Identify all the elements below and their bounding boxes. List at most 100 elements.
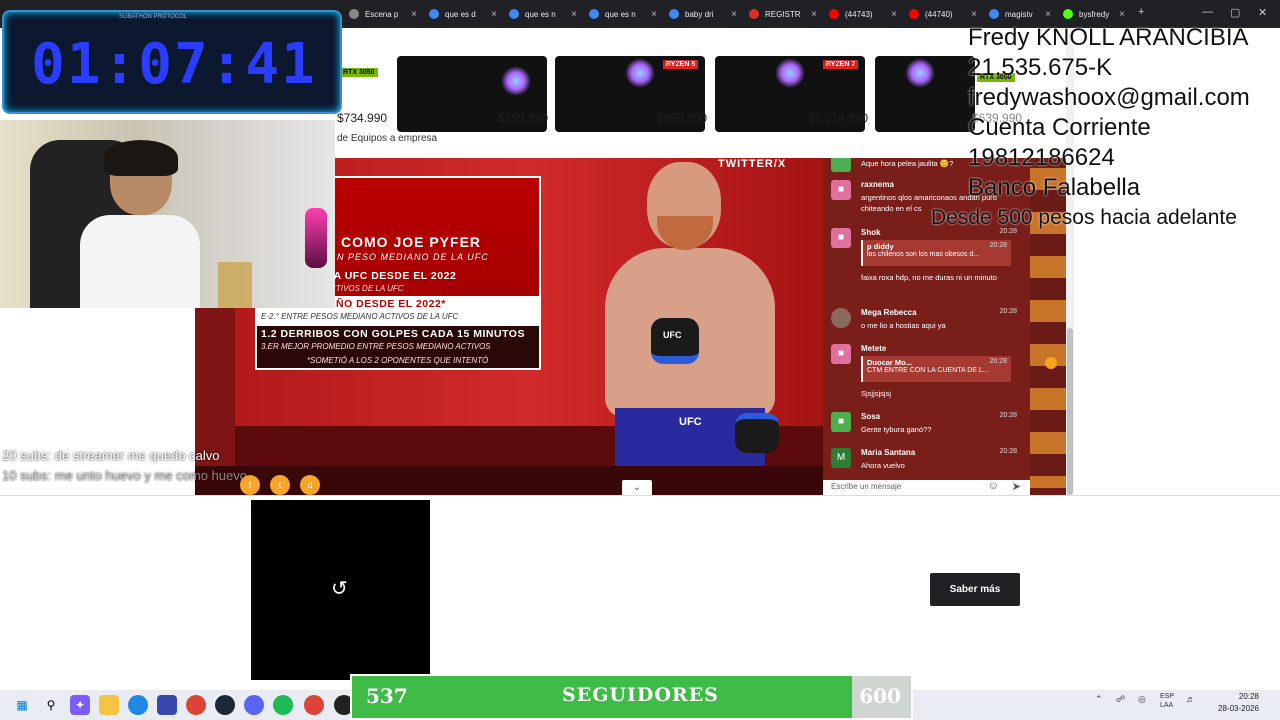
- tab-label: (44740): [925, 9, 953, 19]
- donation-info: Fredy KNOLL ARANCIBIA 21.535.675-K fredy…: [931, 23, 1278, 233]
- notification-dot[interactable]: [1045, 357, 1057, 369]
- stats-line-3: 1.2 DERRIBOS CON GOLPES CADA 15 MINUTOS: [261, 328, 525, 340]
- tab-close-icon[interactable]: ×: [811, 9, 817, 20]
- goal-small: 20 subs: de streamer me quedo calvo: [2, 448, 220, 463]
- tab-8[interactable]: magistv ×: [983, 4, 1057, 24]
- lower-content: [0, 495, 1280, 685]
- edge-icon[interactable]: [128, 695, 148, 715]
- steam-icon[interactable]: [215, 695, 235, 715]
- chat-username[interactable]: Metete: [861, 344, 886, 353]
- store-icon[interactable]: [157, 695, 177, 715]
- tab-close-icon[interactable]: ×: [411, 9, 417, 20]
- mic-tray-icon[interactable]: ◎: [1138, 694, 1146, 705]
- subathon-timer: SUBATHON PROTOCOL 01:07:41: [2, 10, 342, 114]
- stats-card-subtitle: N PESO MEDIANO DE LA UFC: [337, 252, 489, 262]
- clock-date: 28-03-2026: [1218, 704, 1259, 713]
- search-icon[interactable]: ⚲: [41, 695, 61, 715]
- rgb-fan-icon: [775, 58, 805, 88]
- chrome-active-icon[interactable]: [304, 695, 324, 715]
- language-indicator[interactable]: ESP LAA: [1160, 692, 1174, 710]
- tab-favicon: [909, 9, 919, 19]
- tab-favicon: [589, 9, 599, 19]
- tab-2[interactable]: que es n ×: [503, 4, 583, 24]
- speaker-icon[interactable]: ♬: [1186, 694, 1195, 704]
- chat-input[interactable]: Escribe un mensaje ☺ ➤: [823, 480, 1033, 495]
- file-explorer-icon[interactable]: [99, 695, 119, 715]
- screen: Escena p × que es d × que es n × que es n × …: [0, 0, 1280, 720]
- tab-6[interactable]: (44743) ×: [823, 4, 903, 24]
- product-price: $734.990: [337, 111, 388, 125]
- tab-9[interactable]: bysfredy ×: [1057, 4, 1131, 24]
- tab-close-icon[interactable]: ×: [651, 9, 657, 20]
- tab-close-icon[interactable]: ×: [731, 9, 737, 20]
- chat-username[interactable]: Shok: [861, 228, 881, 237]
- follower-count: 537: [366, 684, 408, 708]
- tab-label: bysfredy: [1079, 9, 1110, 19]
- tab-close-icon[interactable]: ×: [971, 9, 977, 20]
- follower-goal-label: SEGUIDORES: [562, 684, 719, 706]
- scrollbar-thumb[interactable]: [1067, 328, 1073, 495]
- spotify-icon[interactable]: [273, 695, 293, 715]
- tab-5[interactable]: REGISTR ×: [743, 4, 823, 24]
- tab-4[interactable]: baby dri ×: [663, 4, 743, 24]
- subathon-goals: 1 sub:2 hora 100 kicks: 5 min 1 host : 3…: [0, 322, 247, 498]
- learn-more-button[interactable]: Saber más: [930, 573, 1020, 606]
- streamer-hair: [104, 140, 178, 176]
- cpu-chip-badge: RYZEN 7: [823, 60, 859, 69]
- tab-favicon: [429, 9, 439, 19]
- tab-1[interactable]: que es d ×: [423, 4, 503, 24]
- chat-reply-quote[interactable]: p diddy los chilenos son los mas obesos …: [861, 240, 1011, 266]
- discord-icon[interactable]: d: [300, 475, 320, 495]
- chat-reply-quote[interactable]: Duocar Mo... CTM ENTRE CON LA CUENTA DE …: [861, 356, 1011, 382]
- twitter-watermark: TWITTER/X: [718, 158, 787, 170]
- tab-favicon: [1063, 9, 1073, 19]
- tab-close-icon[interactable]: ×: [1045, 9, 1051, 20]
- chrome-icon[interactable]: [186, 695, 206, 715]
- chat-message: ■ Metete Duocar Mo... CTM ENTRE CON LA C…: [831, 344, 1021, 398]
- tab-close-icon[interactable]: ×: [571, 9, 577, 20]
- promo-link[interactable]: de Equipos a empresa: [337, 133, 437, 144]
- reply-time: 20:28: [989, 242, 1007, 249]
- tray-chevron-icon[interactable]: ⌃: [1095, 694, 1103, 705]
- minimize-icon[interactable]: —: [1202, 6, 1213, 18]
- chat-input-placeholder: Escribe un mensaje: [831, 482, 902, 491]
- product-image[interactable]: [875, 56, 975, 132]
- emoji-icon[interactable]: ☺: [988, 480, 999, 492]
- new-tab-button[interactable]: +: [1138, 6, 1144, 18]
- discord-taskbar-icon[interactable]: [244, 695, 264, 715]
- gpu-chip-badge: RTX 3050: [340, 68, 378, 77]
- tab-favicon: [989, 9, 999, 19]
- tab-close-icon[interactable]: ×: [491, 9, 497, 20]
- video-player[interactable]: ↺: [251, 500, 430, 680]
- follower-goal-target: 600: [859, 684, 901, 708]
- close-window-icon[interactable]: ✕: [1258, 6, 1267, 19]
- send-icon[interactable]: ➤: [1012, 480, 1021, 493]
- facebook-icon[interactable]: f: [240, 475, 260, 495]
- stats-line-2-note: E-2.° ENTRE PESOS MEDIANO ACTIVOS DE LA …: [261, 312, 459, 321]
- tab-0[interactable]: Escena p ×: [343, 4, 423, 24]
- tab-3[interactable]: que es n ×: [583, 4, 663, 24]
- maximize-icon[interactable]: ▢: [1230, 6, 1240, 19]
- tab-favicon: [509, 9, 519, 19]
- tab-7[interactable]: (44740) ×: [903, 4, 983, 24]
- chat-username[interactable]: Sosa: [861, 412, 880, 421]
- taskbar-clock[interactable]: 20:28 28-03-2026: [1218, 691, 1259, 715]
- tab-close-icon[interactable]: ×: [891, 9, 897, 20]
- chat-username[interactable]: raxnema: [861, 180, 894, 189]
- goal-line: 100 kicks: 5 min: [2, 357, 167, 383]
- chat-message: ■ Shok 20:28 p diddy los chilenos son lo…: [831, 228, 1021, 298]
- chat-username[interactable]: Mega Rebecca: [861, 308, 917, 317]
- copilot-icon[interactable]: ✦: [70, 695, 90, 715]
- avatar: [831, 308, 851, 328]
- tab-close-icon[interactable]: ×: [1119, 9, 1125, 20]
- network-icon[interactable]: ☍: [1116, 694, 1125, 705]
- chat-username[interactable]: Maria Santana: [861, 448, 915, 457]
- goal-small: 10 subs: me unto huevo y me como huevo: [2, 468, 247, 483]
- chevron-down-icon[interactable]: ⌄: [622, 480, 652, 496]
- avatar: ■: [831, 180, 851, 200]
- tab-label: que es n: [525, 9, 556, 19]
- stats-line-3-note: 3.ER MEJOR PROMEDIO ENTRE PESOS MEDIANO …: [261, 342, 491, 351]
- twitter-icon[interactable]: t: [270, 475, 290, 495]
- windows-start-icon[interactable]: ▦: [12, 695, 32, 715]
- replay-icon[interactable]: ↺: [331, 576, 348, 601]
